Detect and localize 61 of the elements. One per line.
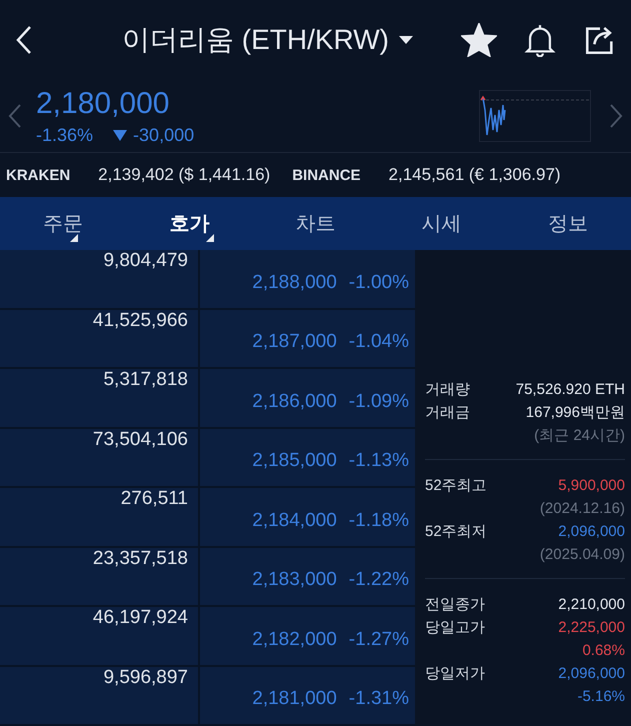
- info-value: 2,096,000: [558, 665, 625, 682]
- chevron-right-icon: [609, 103, 623, 129]
- volume-cell: 41,525,966: [0, 310, 200, 369]
- info-value: (최근 24시간): [534, 426, 625, 445]
- info-value: 2,096,000: [558, 523, 625, 540]
- tab[interactable]: 차트: [252, 197, 379, 250]
- star-icon: [461, 23, 497, 57]
- volume-cell: 23,357,518: [0, 548, 200, 607]
- exchange-name: BINANCE: [292, 166, 361, 184]
- info-label: 52주최고: [425, 476, 487, 495]
- info-label: 당일고가: [425, 618, 485, 637]
- exchange-price: 2,145,561 (€ 1,306.97): [388, 165, 561, 185]
- price-cell[interactable]: 2,186,000 -1.09%: [200, 369, 415, 428]
- info-value: 2,225,000: [558, 619, 625, 636]
- volume-cell: 5,317,818: [0, 369, 200, 428]
- tab[interactable]: 시세: [378, 197, 505, 250]
- info-value: (2025.04.09): [540, 546, 625, 563]
- info-value: 75,526.920 ETH: [516, 381, 625, 398]
- bell-icon: [523, 23, 557, 57]
- volume-cell: 73,504,106: [0, 428, 200, 488]
- change-amount: -30,000: [133, 124, 194, 146]
- info-label: 당일저가: [425, 664, 485, 683]
- tab[interactable]: 정보: [504, 197, 631, 250]
- price-cell[interactable]: 2,187,000 -1.04%: [200, 310, 415, 369]
- price-cell[interactable]: 2,183,000 -1.22%: [200, 548, 415, 607]
- tab[interactable]: 호가: [126, 197, 252, 250]
- info-value: -5.16%: [577, 688, 625, 705]
- price-cell[interactable]: 2,188,000 -1.00%: [200, 250, 415, 310]
- info-label: 거래금: [425, 403, 470, 422]
- previous-button[interactable]: [8, 103, 22, 129]
- alert-button[interactable]: [523, 23, 557, 57]
- price-cell[interactable]: 2,181,000 -1.31%: [200, 666, 415, 726]
- price-cell[interactable]: 2,182,000 -1.27%: [200, 607, 415, 666]
- exchange-price: 2,139,402 ($ 1,441.16): [98, 165, 270, 185]
- price-cell[interactable]: 2,184,000 -1.18%: [200, 488, 415, 548]
- info-label: 52주최저: [425, 522, 487, 541]
- favorite-button[interactable]: [461, 23, 497, 57]
- info-value: (2024.12.16): [540, 500, 625, 517]
- info-value: 5,900,000: [558, 477, 625, 494]
- volume-cell: 276,511: [0, 488, 200, 548]
- tab[interactable]: 주문: [0, 197, 126, 250]
- corner-triangle-icon: [206, 234, 214, 242]
- exchange-name: KRAKEN: [6, 166, 70, 184]
- volume-cell: 9,596,897: [0, 666, 200, 726]
- volume-cell: 46,197,924: [0, 607, 200, 666]
- info-label: 전일종가: [425, 595, 485, 614]
- info-value: 2,210,000: [558, 596, 625, 613]
- price-cell[interactable]: 2,185,000 -1.13%: [200, 428, 415, 488]
- info-label: 거래량: [425, 380, 470, 399]
- next-button[interactable]: [609, 103, 623, 129]
- caret-icon: [399, 36, 414, 44]
- market-title[interactable]: 이더리움 (ETH/KRW): [104, 21, 431, 59]
- corner-triangle-icon: [70, 234, 78, 242]
- info-value: 167,996백만원: [526, 403, 625, 422]
- change-rate: -1.36%: [36, 124, 94, 146]
- current-price: 2,180,000: [36, 86, 170, 120]
- chevron-left-icon: [8, 103, 22, 129]
- back-icon: [14, 24, 34, 56]
- volume-cell: 9,804,479: [0, 250, 200, 310]
- back-button[interactable]: [14, 24, 34, 56]
- info-value: 0.68%: [582, 642, 625, 659]
